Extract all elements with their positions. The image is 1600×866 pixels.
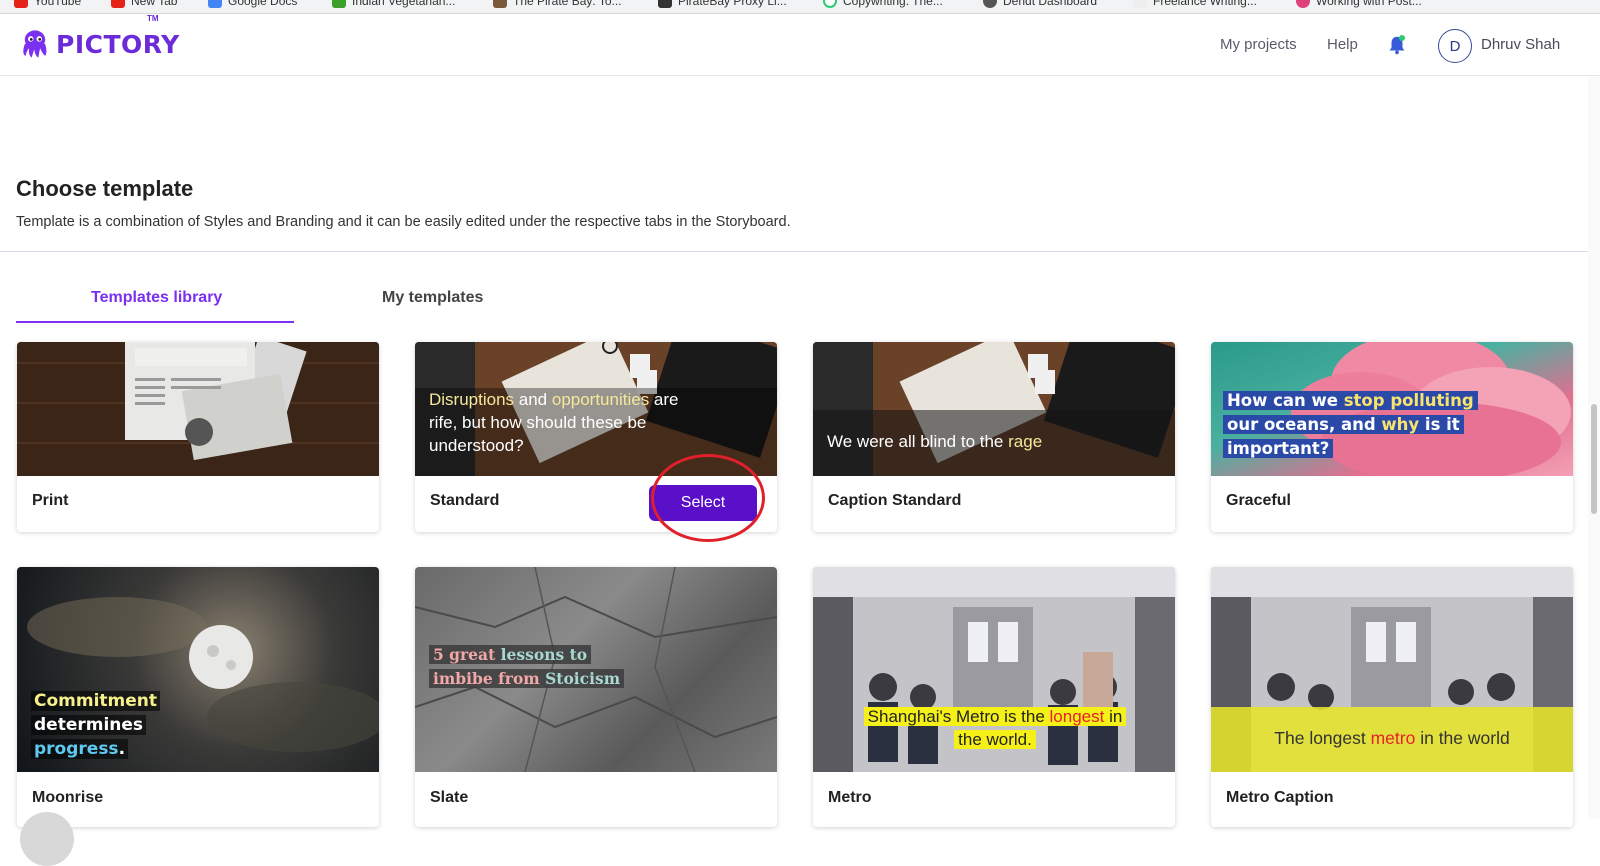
- site-icon: [332, 0, 346, 8]
- template-thumbnail: We were all blind to the rage: [813, 342, 1175, 476]
- template-thumbnail: Shanghai's Metro is the longest in the w…: [813, 567, 1175, 772]
- newspaper-image: [17, 342, 379, 476]
- template-name: Print: [32, 492, 69, 509]
- brand-name: PICTORY: [56, 29, 180, 59]
- template-name: Standard: [430, 492, 500, 509]
- site-icon: [1296, 0, 1310, 8]
- template-name: Caption Standard: [828, 492, 962, 509]
- template-card-graceful[interactable]: How can we stop polluting our oceans, an…: [1211, 342, 1573, 532]
- page-title: Choose template: [16, 176, 194, 201]
- tab-my-templates[interactable]: My templates: [382, 289, 483, 307]
- template-thumbnail: The longest metro in the world: [1211, 567, 1573, 772]
- site-icon: [658, 0, 672, 8]
- desk-image: [813, 342, 1175, 476]
- bookmark-youtube[interactable]: YouTube: [14, 0, 81, 9]
- bookmark-indian-vegetarian[interactable]: Indian Vegetarian...: [332, 0, 455, 9]
- site-icon: [493, 0, 507, 8]
- template-name: Metro: [828, 789, 872, 806]
- bookmark-copywriting[interactable]: Copywriting: The...: [823, 0, 943, 9]
- bookmark-piratebay-proxy[interactable]: PirateBay Proxy Li...: [658, 0, 787, 9]
- template-name: Metro Caption: [1226, 789, 1334, 806]
- chat-widget-button[interactable]: [20, 812, 74, 866]
- thumbnail-caption: Commitment determines progress.: [31, 689, 161, 761]
- scrollbar-thumb[interactable]: [1591, 404, 1597, 514]
- avatar[interactable]: D: [1438, 29, 1472, 63]
- user-name[interactable]: Dhruv Shah: [1481, 36, 1560, 53]
- docs-icon: [208, 0, 222, 8]
- site-icon: [983, 0, 997, 8]
- template-card-metro-caption[interactable]: The longest metro in the world Metro Cap…: [1211, 567, 1573, 827]
- template-card-moonrise[interactable]: Commitment determines progress. Moonrise: [17, 567, 379, 827]
- bookmark-dendt[interactable]: Dendt Dashboard: [983, 0, 1097, 9]
- bookmarks-bar: YouTube New Tab Google Docs Indian Veget…: [0, 0, 1600, 14]
- youtube-icon: [14, 0, 28, 8]
- thumbnail-caption: We were all blind to the rage: [827, 432, 1043, 451]
- bookmark-pirate-bay[interactable]: The Pirate Bay: To...: [493, 0, 622, 9]
- thumbnail-caption: The longest metro in the world: [1274, 728, 1510, 748]
- site-icon: [1133, 0, 1147, 8]
- template-card-print[interactable]: Print: [17, 342, 379, 532]
- top-header: PICTORY TM My projects Help D Dhruv Shah: [0, 14, 1600, 76]
- site-icon: [823, 0, 837, 8]
- thumbnail-caption: Shanghai's Metro is the longest in the w…: [845, 705, 1145, 751]
- thumbnail-caption: How can we stop polluting our oceans, an…: [1223, 389, 1478, 461]
- octopus-logo-icon: [23, 30, 47, 58]
- youtube-icon: [111, 0, 125, 8]
- red-circle-annotation: [651, 454, 765, 542]
- tab-templates-library[interactable]: Templates library: [91, 289, 222, 307]
- template-name: Graceful: [1226, 492, 1291, 509]
- nav-help[interactable]: Help: [1327, 36, 1358, 53]
- thumbnail-caption: 5 great lessons to imbibe from Stoicism: [429, 643, 625, 691]
- template-card-caption-standard[interactable]: We were all blind to the rage Caption St…: [813, 342, 1175, 532]
- bookmark-google-docs[interactable]: Google Docs: [208, 0, 297, 9]
- template-thumbnail: 5 great lessons to imbibe from Stoicism: [415, 567, 777, 772]
- notification-dot: [1399, 35, 1405, 41]
- template-card-metro[interactable]: Shanghai's Metro is the longest in the w…: [813, 567, 1175, 827]
- bookmark-postman[interactable]: Working with Post...: [1296, 0, 1422, 9]
- bookmark-new-tab[interactable]: New Tab: [111, 0, 177, 9]
- template-card-slate[interactable]: 5 great lessons to imbibe from Stoicism …: [415, 567, 777, 827]
- nav-my-projects[interactable]: My projects: [1220, 36, 1297, 53]
- trademark-mark: TM: [147, 14, 159, 23]
- template-thumbnail: [17, 342, 379, 476]
- template-name: Slate: [430, 789, 469, 806]
- active-tab-indicator: [16, 321, 294, 323]
- page-subtitle: Template is a combination of Styles and …: [16, 214, 791, 230]
- template-thumbnail: How can we stop polluting our oceans, an…: [1211, 342, 1573, 476]
- bookmark-freelance[interactable]: Freelance Writing...: [1133, 0, 1257, 9]
- template-thumbnail: Commitment determines progress.: [17, 567, 379, 772]
- thumbnail-caption: Disruptions and opportunities are rife, …: [429, 390, 679, 455]
- template-name: Moonrise: [32, 789, 104, 806]
- pictory-logo[interactable]: PICTORY: [18, 27, 180, 61]
- section-divider: [0, 251, 1600, 252]
